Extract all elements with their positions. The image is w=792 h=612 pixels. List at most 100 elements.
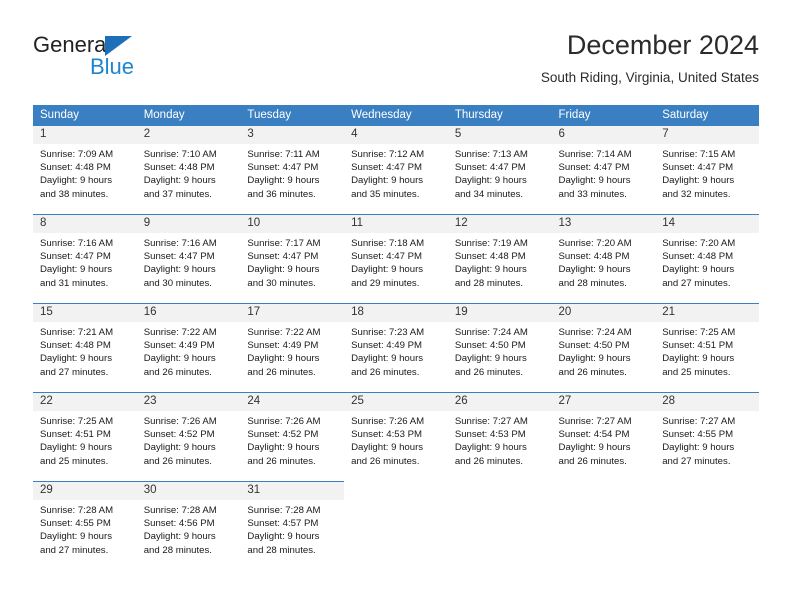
daylight-duration-line2: and 35 minutes. [351,188,420,200]
calendar-day-cell: 21 Sunrise: 7:25 AM Sunset: 4:51 PM Dayligh… [655,303,759,392]
calendar-body: 1 Sunrise: 7:09 AM Sunset: 4:48 PM Daylight… [33,125,759,570]
calendar-day[interactable]: 30 Sunrise: 7:28 AM Sunset: 4:56 PM Dayligh… [136,481,241,570]
sunrise-sunset-calendar: Sunday Monday Tuesday Wednesday Thursday… [33,105,759,570]
sunset-time: Sunset: 4:47 PM [351,162,423,174]
sunrise-time: Sunrise: 7:16 AM [143,238,217,249]
calendar-day[interactable]: 8 Sunrise: 7:16 AM Sunset: 4:47 PM Daylight… [33,214,137,303]
daylight-duration-line2: and 27 minutes. [662,277,731,289]
calendar-day[interactable]: 10 Sunrise: 7:17 AM Sunset: 4:47 PM Dayligh… [240,214,345,303]
calendar-day[interactable]: 1 Sunrise: 7:09 AM Sunset: 4:48 PM Daylight… [33,125,137,214]
calendar-day[interactable]: 23 Sunrise: 7:26 AM Sunset: 4:52 PM Dayligh… [136,392,241,481]
weekday-header-tuesday: Tuesday [240,105,345,125]
calendar-day[interactable]: 27 Sunrise: 7:27 AM Sunset: 4:54 PM Dayligh… [551,392,656,481]
daylight-duration-line1: Daylight: 9 hours [558,442,631,454]
calendar-day[interactable]: 12 Sunrise: 7:19 AM Sunset: 4:48 PM Dayligh… [447,214,552,303]
calendar-day[interactable]: 6 Sunrise: 7:14 AM Sunset: 4:47 PM Daylight… [551,125,656,214]
day-number: 11 [344,215,448,233]
day-number [344,481,448,499]
calendar-day[interactable]: 15 Sunrise: 7:21 AM Sunset: 4:48 PM Dayligh… [33,303,137,392]
day-number: 6 [551,126,656,144]
daylight-duration-line1: Daylight: 9 hours [143,531,216,543]
calendar-day[interactable]: 7 Sunrise: 7:15 AM Sunset: 4:47 PM Daylight… [655,125,759,214]
weekday-header-thursday: Thursday [447,105,552,125]
day-number: 10 [240,215,345,233]
daylight-duration-line2: and 32 minutes. [662,188,731,200]
sunrise-time: Sunrise: 7:27 AM [558,416,632,427]
calendar-day[interactable]: 16 Sunrise: 7:22 AM Sunset: 4:49 PM Dayligh… [136,303,241,392]
daylight-duration-line1: Daylight: 9 hours [454,175,527,187]
day-number [655,481,759,499]
daylight-duration-line1: Daylight: 9 hours [40,264,112,276]
daylight-duration-line1: Daylight: 9 hours [143,264,216,276]
day-info: Sunrise: 7:27 AM Sunset: 4:55 PM Daylight:… [655,411,759,468]
calendar-day-cell: 5 Sunrise: 7:13 AM Sunset: 4:47 PM Daylight… [447,125,552,214]
sunset-time: Sunset: 4:55 PM [40,518,111,530]
calendar-day[interactable]: 11 Sunrise: 7:18 AM Sunset: 4:47 PM Dayligh… [344,214,448,303]
daylight-duration-line1: Daylight: 9 hours [662,175,735,187]
calendar-day[interactable]: 26 Sunrise: 7:27 AM Sunset: 4:53 PM Dayligh… [447,392,552,481]
calendar-day[interactable]: 14 Sunrise: 7:20 AM Sunset: 4:48 PM Dayligh… [655,214,759,303]
calendar-day[interactable]: 20 Sunrise: 7:24 AM Sunset: 4:50 PM Dayligh… [551,303,656,392]
calendar-day-cell: 20 Sunrise: 7:24 AM Sunset: 4:50 PM Dayligh… [551,303,656,392]
daylight-duration-line1: Daylight: 9 hours [351,442,424,454]
calendar-day[interactable]: 22 Sunrise: 7:25 AM Sunset: 4:51 PM Dayligh… [33,392,137,481]
daylight-duration-line2: and 26 minutes. [454,455,524,467]
day-number: 29 [33,482,137,500]
sunset-time: Sunset: 4:48 PM [40,340,111,352]
calendar-day-cell: 26 Sunrise: 7:27 AM Sunset: 4:53 PM Dayligh… [447,392,552,481]
general-blue-logo: General Blue [33,32,243,90]
day-number: 8 [33,215,137,233]
calendar-day[interactable]: 18 Sunrise: 7:23 AM Sunset: 4:49 PM Dayligh… [344,303,448,392]
calendar-day-cell: 15 Sunrise: 7:21 AM Sunset: 4:48 PM Dayligh… [33,303,137,392]
calendar-week-row: 29 Sunrise: 7:28 AM Sunset: 4:55 PM Dayligh… [33,481,759,570]
calendar-day-cell: 25 Sunrise: 7:26 AM Sunset: 4:53 PM Dayligh… [344,392,448,481]
daylight-duration-line2: and 27 minutes. [40,544,109,556]
day-info: Sunrise: 7:15 AM Sunset: 4:47 PM Daylight:… [655,144,759,201]
calendar-day[interactable]: 19 Sunrise: 7:24 AM Sunset: 4:50 PM Dayligh… [447,303,552,392]
sunrise-time: Sunrise: 7:20 AM [662,238,736,249]
calendar-day-cell [447,481,552,570]
calendar-day[interactable]: 4 Sunrise: 7:12 AM Sunset: 4:47 PM Daylight… [344,125,448,214]
day-info: Sunrise: 7:20 AM Sunset: 4:48 PM Daylight:… [552,233,656,290]
sunrise-time: Sunrise: 7:14 AM [558,149,632,160]
calendar-day-cell: 10 Sunrise: 7:17 AM Sunset: 4:47 PM Dayligh… [240,214,345,303]
daylight-duration-line1: Daylight: 9 hours [662,442,735,454]
sunset-time: Sunset: 4:52 PM [143,429,215,441]
daylight-duration-line1: Daylight: 9 hours [247,531,320,543]
daylight-duration-line2: and 33 minutes. [558,188,627,200]
daylight-duration-line1: Daylight: 9 hours [143,442,216,454]
day-info: Sunrise: 7:26 AM Sunset: 4:52 PM Daylight:… [240,411,344,468]
day-number: 25 [344,393,448,411]
calendar-day[interactable]: 17 Sunrise: 7:22 AM Sunset: 4:49 PM Dayligh… [240,303,345,392]
calendar-day[interactable]: 29 Sunrise: 7:28 AM Sunset: 4:55 PM Dayligh… [33,481,137,570]
day-number: 1 [33,126,137,144]
sunset-time: Sunset: 4:50 PM [558,340,630,352]
sunset-time: Sunset: 4:48 PM [558,251,630,263]
calendar-day[interactable]: 24 Sunrise: 7:26 AM Sunset: 4:52 PM Dayligh… [240,392,345,481]
day-info [448,499,552,503]
daylight-duration-line1: Daylight: 9 hours [40,442,112,454]
calendar-day[interactable]: 5 Sunrise: 7:13 AM Sunset: 4:47 PM Daylight… [447,125,552,214]
daylight-duration-line1: Daylight: 9 hours [40,175,112,187]
calendar-day[interactable]: 31 Sunrise: 7:28 AM Sunset: 4:57 PM Dayligh… [240,481,345,570]
daylight-duration-line1: Daylight: 9 hours [558,175,631,187]
sunset-time: Sunset: 4:47 PM [143,251,215,263]
calendar-day[interactable]: 25 Sunrise: 7:26 AM Sunset: 4:53 PM Dayligh… [344,392,448,481]
calendar-day[interactable]: 9 Sunrise: 7:16 AM Sunset: 4:47 PM Daylight… [136,214,241,303]
calendar-day-cell: 12 Sunrise: 7:19 AM Sunset: 4:48 PM Dayligh… [447,214,552,303]
sunrise-time: Sunrise: 7:12 AM [351,149,425,160]
calendar-day[interactable]: 28 Sunrise: 7:27 AM Sunset: 4:55 PM Dayligh… [655,392,759,481]
calendar-day[interactable]: 2 Sunrise: 7:10 AM Sunset: 4:48 PM Daylight… [136,125,241,214]
daylight-duration-line1: Daylight: 9 hours [558,353,631,365]
calendar-header-row: Sunday Monday Tuesday Wednesday Thursday… [33,105,759,125]
daylight-duration-line1: Daylight: 9 hours [143,175,216,187]
day-number: 26 [447,393,552,411]
calendar-day[interactable]: 21 Sunrise: 7:25 AM Sunset: 4:51 PM Dayligh… [655,303,759,392]
day-number: 14 [655,215,759,233]
daylight-duration-line2: and 29 minutes. [351,277,420,289]
day-number: 2 [136,126,241,144]
calendar-day[interactable]: 3 Sunrise: 7:11 AM Sunset: 4:47 PM Daylight… [240,125,345,214]
calendar-week-row: 22 Sunrise: 7:25 AM Sunset: 4:51 PM Dayligh… [33,392,759,481]
calendar-day[interactable]: 13 Sunrise: 7:20 AM Sunset: 4:48 PM Dayligh… [551,214,656,303]
calendar-day-cell: 22 Sunrise: 7:25 AM Sunset: 4:51 PM Dayligh… [33,392,137,481]
